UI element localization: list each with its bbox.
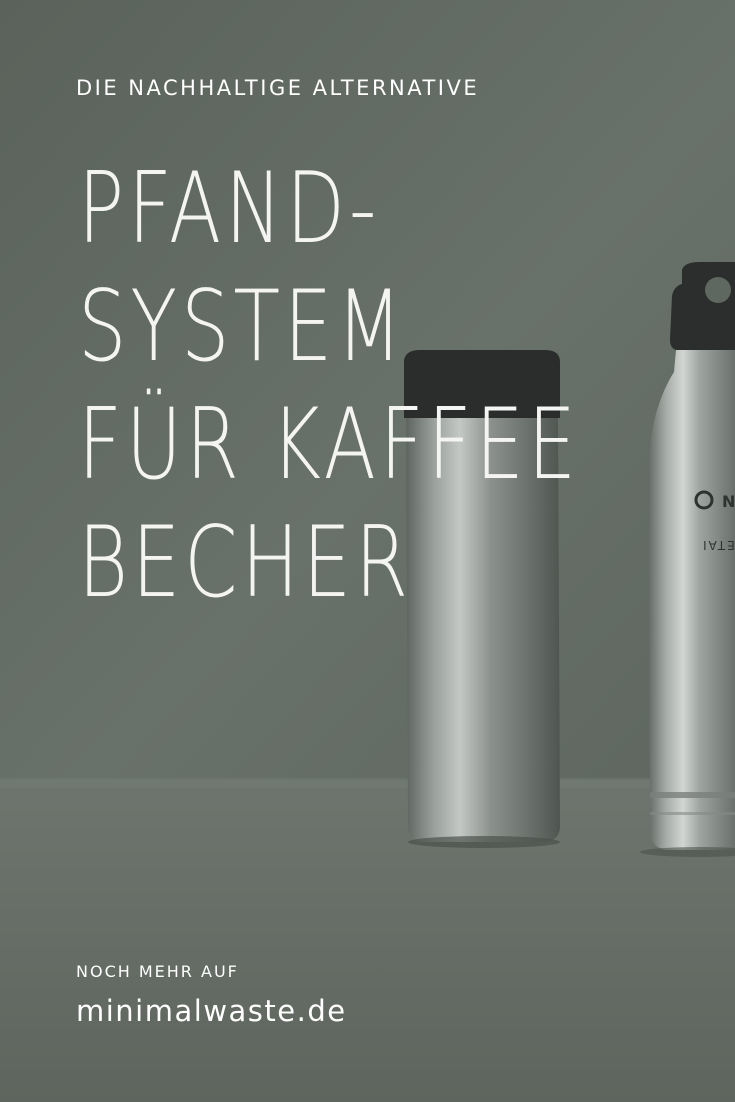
bottle-label-line1: NIC — [722, 492, 735, 511]
footer-url-link[interactable]: minimalwaste.de — [76, 994, 347, 1028]
headline-line-4: BECHER — [78, 506, 413, 620]
headline-line-2: SYSTEM — [78, 270, 407, 384]
headline-line-3: FÜR KAFFEE — [78, 388, 580, 502]
kicker-text: DIE NACHHALTIGE ALTERNATIVE — [76, 76, 480, 100]
footer-prefix: NOCH MEHR AUF — [76, 962, 239, 981]
headline-line-1: PFAND- — [78, 152, 381, 266]
headline: PFAND- SYSTEM FÜR KAFFEE BECHER — [78, 150, 722, 622]
